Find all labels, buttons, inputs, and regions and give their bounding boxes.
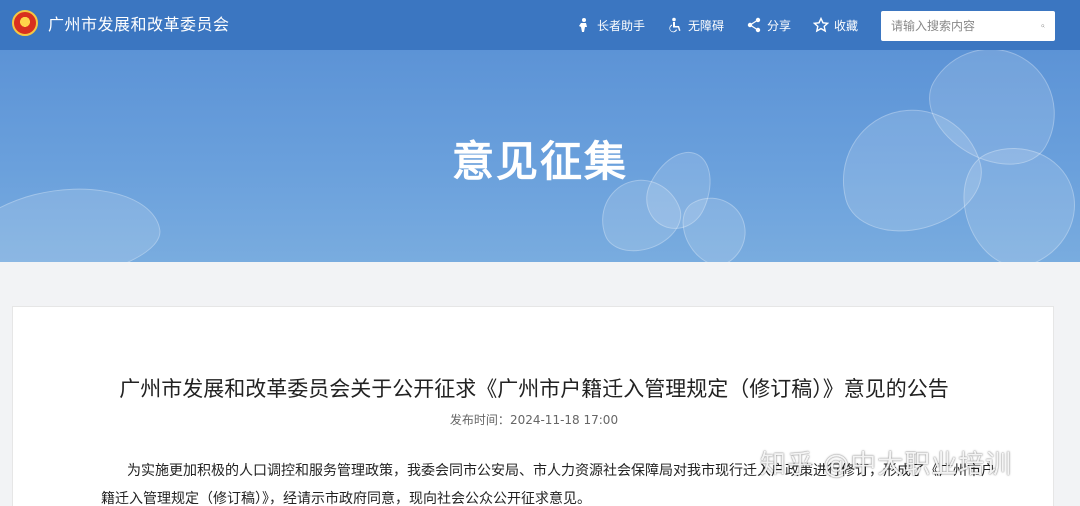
search-icon[interactable]	[1041, 18, 1045, 34]
star-icon	[813, 17, 830, 33]
share-icon	[747, 17, 761, 33]
publish-time: 2024-11-18 17:00	[509, 413, 619, 427]
share-label: 分享	[767, 18, 792, 33]
banner: 意见征集	[0, 50, 1080, 262]
accessibility-label: 无障碍	[688, 18, 725, 33]
publish-time-label: 发布时间：	[449, 413, 510, 427]
elder-assist-button[interactable]: 长者助手	[576, 17, 645, 34]
banner-title: 意见征集	[451, 137, 628, 186]
top-bar: 广州市发展和改革委员会 长者助手 无障碍 分享 收藏	[0, 0, 1080, 50]
elder-assist-icon	[579, 18, 587, 32]
site-name: 广州市发展和改革委员会	[48, 15, 230, 34]
national-emblem-icon	[12, 10, 38, 36]
favorite-label: 收藏	[834, 18, 859, 33]
search-input[interactable]	[881, 12, 1041, 40]
flower-decoration	[0, 176, 166, 262]
search-box	[881, 11, 1055, 41]
favorite-button[interactable]: 收藏	[813, 17, 858, 34]
share-button[interactable]: 分享	[746, 17, 791, 34]
article-title: 广州市发展和改革委员会关于公开征求《广州市户籍迁入管理规定（修订稿）》意见的公告	[119, 377, 949, 401]
article-paragraph: 为实施更加积极的人口调控和服务管理政策，我委会同市公安局、市人力资源社会保障局对…	[101, 463, 995, 506]
accessibility-button[interactable]: 无障碍	[667, 17, 724, 34]
publish-meta: 发布时间：2024-11-18 17:00	[13, 411, 1055, 428]
article-card: 广州市发展和改革委员会关于公开征求《广州市户籍迁入管理规定（修订稿）》意见的公告…	[12, 306, 1054, 506]
accessibility-icon	[669, 17, 681, 33]
toolbar: 长者助手 无障碍 分享 收藏	[576, 0, 880, 50]
elder-assist-label: 长者助手	[597, 18, 646, 33]
site-brand[interactable]: 广州市发展和改革委员会	[12, 10, 230, 36]
